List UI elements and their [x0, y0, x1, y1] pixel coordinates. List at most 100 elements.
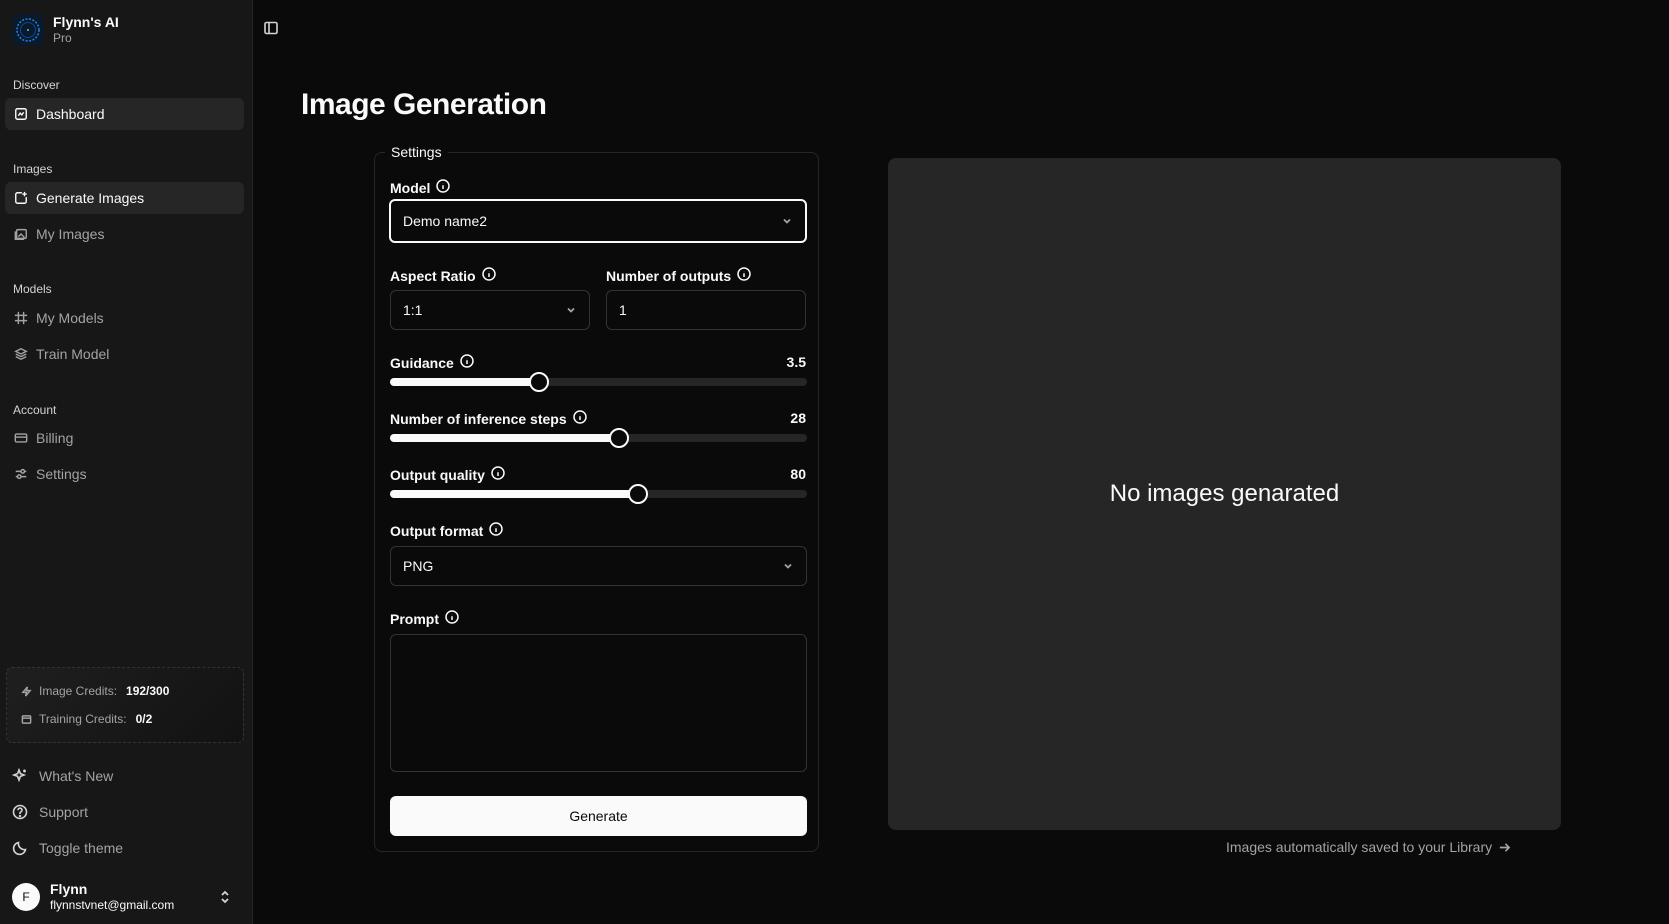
support-link[interactable]: Support	[12, 800, 88, 824]
slider-fill	[390, 378, 539, 386]
images-icon	[14, 227, 28, 241]
slider-fill	[390, 434, 619, 442]
hash-frame-icon	[14, 311, 28, 325]
image-credits-value: 192/300	[126, 684, 170, 698]
panel-left-icon	[264, 21, 278, 35]
sparkles-icon	[12, 768, 27, 783]
library-link[interactable]: Images automatically saved to your Libra…	[1226, 839, 1511, 855]
guidance-label: Guidance	[390, 354, 474, 371]
sidebar-item-my-images[interactable]: My Images	[5, 218, 244, 250]
brand-name: Flynn's AI	[53, 14, 119, 30]
output-format-select[interactable]: PNG	[390, 546, 807, 586]
dashboard-icon	[14, 107, 28, 121]
sidebar: Flynn's AI Pro Discover Dashboard Images…	[0, 0, 253, 924]
sidebar-item-train-model[interactable]: Train Model	[5, 338, 244, 370]
sidebar-item-my-models[interactable]: My Models	[5, 302, 244, 334]
whats-new-link[interactable]: What's New	[12, 764, 113, 788]
help-circle-icon	[12, 804, 28, 820]
model-label-text: Model	[390, 179, 431, 196]
guidance-label-text: Guidance	[390, 354, 454, 371]
output-quality-label-text: Output quality	[390, 466, 485, 483]
image-preview-panel: No images genarated	[888, 158, 1561, 830]
group-label-models: Models	[13, 282, 52, 296]
empty-state-text: No images genarated	[1109, 480, 1340, 507]
sliders-icon	[14, 467, 28, 481]
toggle-theme-button[interactable]: Toggle theme	[12, 836, 123, 860]
info-icon[interactable]	[489, 522, 504, 539]
aspect-ratio-label: Aspect Ratio	[390, 267, 496, 284]
model-select-value: Demo name2	[403, 213, 488, 229]
chevron-down-icon	[783, 218, 791, 224]
model-select[interactable]: Demo name2	[389, 199, 807, 243]
user-menu[interactable]: F Flynn flynnstvnet@gmail.com	[12, 880, 242, 914]
library-link-text: Images automatically saved to your Libra…	[1226, 839, 1493, 855]
group-label-discover: Discover	[13, 78, 60, 92]
sidebar-item-generate-images[interactable]: Generate Images	[5, 182, 244, 214]
chevron-down-icon	[567, 307, 575, 313]
sidebar-item-dashboard[interactable]: Dashboard	[5, 98, 244, 130]
slider-thumb[interactable]	[627, 484, 648, 504]
prompt-label-text: Prompt	[390, 610, 439, 627]
settings-legend: Settings	[385, 144, 448, 160]
arrow-right-icon	[1499, 842, 1511, 852]
whats-new-label: What's New	[39, 768, 114, 784]
info-icon[interactable]	[491, 466, 505, 483]
output-format-label: Output format	[390, 522, 504, 539]
sidebar-item-label: Generate Images	[36, 190, 145, 206]
info-icon[interactable]	[481, 267, 496, 284]
sidebar-item-label: Settings	[36, 466, 87, 482]
group-label-images: Images	[13, 162, 53, 176]
guidance-slider[interactable]	[390, 372, 807, 392]
image-credits-label: Image Credits:	[39, 684, 118, 698]
inference-steps-label-text: Number of inference steps	[390, 410, 567, 427]
prompt-textarea[interactable]	[390, 634, 807, 772]
brand-header[interactable]: Flynn's AI Pro	[12, 14, 119, 46]
sidebar-item-label: My Images	[36, 226, 105, 242]
inference-steps-label: Number of inference steps	[390, 410, 587, 427]
chevrons-up-down-icon	[218, 889, 232, 910]
sidebar-toggle-button[interactable]	[263, 20, 281, 38]
info-icon[interactable]	[445, 610, 459, 627]
num-outputs-label-text: Number of outputs	[606, 267, 732, 284]
slider-thumb[interactable]	[528, 372, 549, 392]
chevron-down-icon	[784, 563, 792, 569]
output-quality-value: 80	[790, 466, 806, 482]
num-outputs-input[interactable]	[606, 290, 806, 330]
sidebar-item-settings[interactable]: Settings	[5, 458, 244, 490]
output-format-value: PNG	[403, 558, 434, 574]
app-root: Flynn's AI Pro Discover Dashboard Images…	[0, 0, 1669, 924]
prompt-label: Prompt	[390, 610, 459, 627]
model-label: Model	[390, 179, 451, 196]
inference-steps-slider[interactable]	[390, 428, 807, 448]
slider-fill	[390, 490, 638, 498]
output-quality-slider[interactable]	[390, 484, 807, 504]
training-credits-value: 0/2	[135, 712, 153, 726]
info-icon[interactable]	[460, 354, 474, 371]
brand-plan: Pro	[53, 31, 72, 45]
inference-steps-value: 28	[790, 410, 806, 426]
slider-thumb[interactable]	[608, 428, 629, 448]
sidebar-item-billing[interactable]: Billing	[5, 422, 244, 454]
aspect-ratio-label-text: Aspect Ratio	[390, 267, 476, 284]
toggle-theme-label: Toggle theme	[39, 840, 124, 856]
settings-panel: Settings Model Demo name2 Aspect Ratio 1…	[374, 144, 819, 852]
support-label: Support	[39, 804, 89, 820]
generate-button[interactable]: Generate	[390, 796, 807, 836]
sidebar-item-label: Train Model	[36, 346, 110, 362]
aspect-ratio-select[interactable]: 1:1	[390, 290, 590, 330]
layers-icon	[14, 347, 28, 361]
image-credits-row: Image Credits: 192/300	[21, 680, 229, 702]
training-credits-label: Training Credits:	[39, 712, 127, 726]
circle-logo-icon	[12, 14, 44, 46]
info-icon[interactable]	[436, 179, 451, 196]
image-plus-icon	[14, 191, 28, 205]
training-credits-row: Training Credits: 0/2	[21, 708, 229, 730]
credit-card-icon	[14, 431, 28, 445]
group-label-account: Account	[13, 403, 57, 417]
info-icon[interactable]	[572, 410, 587, 427]
info-icon[interactable]	[737, 267, 751, 284]
credits-panel: Image Credits: 192/300 Training Credits:…	[6, 667, 244, 743]
sidebar-item-label: My Models	[36, 310, 104, 326]
main-content: Image Generation Settings Model Demo nam…	[253, 0, 1669, 924]
bolt-icon	[21, 685, 32, 697]
